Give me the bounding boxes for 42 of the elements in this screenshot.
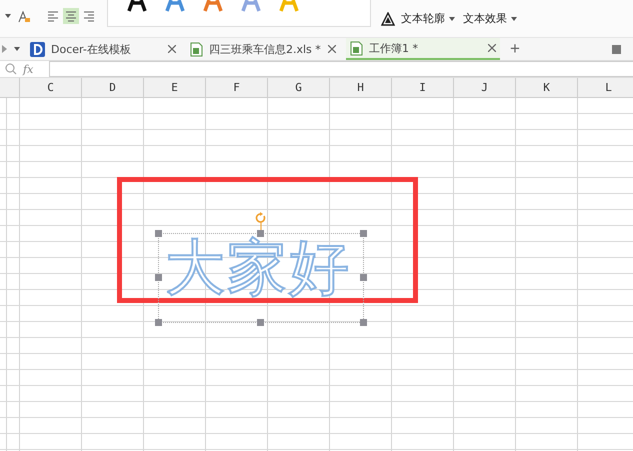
close-icon[interactable]: [168, 45, 176, 53]
resize-handle[interactable]: [155, 230, 162, 237]
ribbon-dropdown-button[interactable]: 文本效果: [461, 11, 519, 26]
column-header[interactable]: D: [82, 78, 144, 97]
zoom-icon[interactable]: [5, 63, 17, 75]
column-header[interactable]: K: [516, 78, 578, 97]
document-tab[interactable]: 四三班乘车信息2.xls *: [186, 38, 340, 60]
spreadsheet-icon: [190, 42, 203, 56]
document-tab[interactable]: Docer-在线模板: [26, 38, 180, 60]
formula-input[interactable]: [49, 61, 633, 77]
resize-handle[interactable]: [257, 319, 264, 326]
column-header[interactable]: I: [392, 78, 454, 97]
scroll-left-icon[interactable]: [2, 45, 8, 53]
column-header[interactable]: J: [454, 78, 516, 97]
document-icon: [30, 42, 45, 56]
resize-handle[interactable]: [360, 274, 367, 281]
text-outline-icon[interactable]: [381, 12, 395, 26]
column-header[interactable]: F: [206, 78, 268, 97]
align-center-button[interactable]: [63, 8, 79, 24]
resize-handle[interactable]: [360, 319, 367, 326]
wordart-style-icon[interactable]: [126, 0, 148, 12]
rotate-handle-icon[interactable]: [255, 212, 267, 230]
column-header[interactable]: G: [268, 78, 330, 97]
column-header[interactable]: E: [144, 78, 206, 97]
resize-handle[interactable]: [257, 230, 264, 237]
close-icon[interactable]: [328, 45, 336, 53]
column-header[interactable]: H: [330, 78, 392, 97]
resize-handle[interactable]: [155, 319, 162, 326]
document-tab[interactable]: 工作簿1 *: [346, 38, 500, 60]
ribbon-dropdown-button[interactable]: 文本轮廓: [399, 11, 457, 26]
column-header[interactable]: C: [20, 78, 82, 97]
window-icon[interactable]: [612, 44, 621, 54]
resize-handle[interactable]: [360, 230, 367, 237]
close-icon[interactable]: [488, 44, 496, 52]
resize-handle[interactable]: [155, 274, 162, 281]
spreadsheet-icon: [350, 40, 363, 56]
dropdown-arrow-icon[interactable]: [14, 47, 20, 51]
dropdown-arrow-icon[interactable]: [5, 14, 11, 18]
clear-format-icon[interactable]: [17, 10, 31, 24]
column-header[interactable]: L: [578, 78, 633, 97]
new-tab-button[interactable]: +: [506, 39, 524, 59]
function-label[interactable]: fx: [23, 62, 43, 76]
